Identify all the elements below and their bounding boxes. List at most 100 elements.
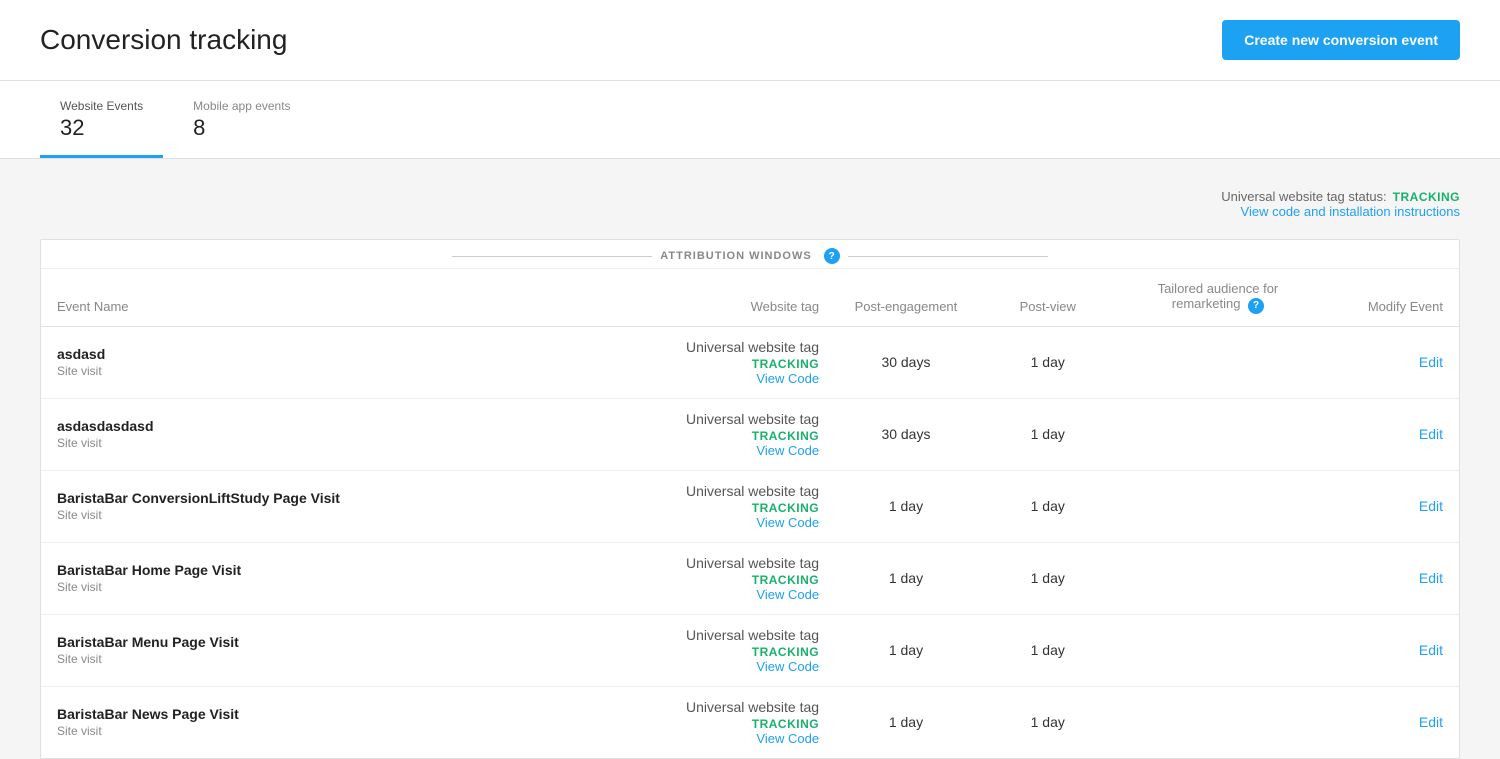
modify-event-cell: Edit (1317, 470, 1459, 542)
table-header-row: Event Name Website tag Post-engagement P… (41, 269, 1459, 326)
tracking-status: TRACKING (596, 717, 819, 731)
edit-link[interactable]: Edit (1333, 426, 1443, 442)
event-name-cell: BaristaBar News Page Visit Site visit (41, 686, 580, 758)
tab-website-count: 32 (60, 115, 143, 141)
events-table-wrapper: ATTRIBUTION WINDOWS ? Event Name Website… (40, 239, 1460, 759)
modify-event-cell: Edit (1317, 542, 1459, 614)
tailored-audience-cell (1119, 398, 1318, 470)
main-content: Universal website tag status: TRACKING V… (0, 159, 1500, 759)
view-code-cell-link[interactable]: View Code (596, 659, 819, 674)
col-header-tailored-audience: Tailored audience for remarketing ? (1119, 269, 1318, 326)
edit-link[interactable]: Edit (1333, 354, 1443, 370)
tailored-audience-cell (1119, 470, 1318, 542)
view-code-cell-link[interactable]: View Code (596, 443, 819, 458)
tailored-audience-cell (1119, 542, 1318, 614)
event-name-cell: asdasdasdasd Site visit (41, 398, 580, 470)
event-type: Site visit (57, 508, 564, 522)
view-code-link[interactable]: View code and installation instructions (1221, 204, 1460, 219)
tab-mobile-events[interactable]: Mobile app events 8 (173, 81, 310, 158)
tabs-bar: Website Events 32 Mobile app events 8 (0, 81, 1500, 159)
event-name-cell: BaristaBar Menu Page Visit Site visit (41, 614, 580, 686)
page-header: Conversion tracking Create new conversio… (0, 0, 1500, 81)
tag-status-label: Universal website tag status: (1221, 189, 1386, 204)
website-tag-cell: Universal website tag TRACKING View Code (580, 542, 835, 614)
edit-link[interactable]: Edit (1333, 642, 1443, 658)
modify-event-cell: Edit (1317, 614, 1459, 686)
create-conversion-button[interactable]: Create new conversion event (1222, 20, 1460, 60)
website-tag-cell: Universal website tag TRACKING View Code (580, 686, 835, 758)
view-code-cell-link[interactable]: View Code (596, 371, 819, 386)
website-tag-cell: Universal website tag TRACKING View Code (580, 614, 835, 686)
col-header-post-engagement: Post-engagement (835, 269, 977, 326)
tailored-help-icon[interactable]: ? (1248, 298, 1264, 314)
tag-name: Universal website tag (596, 699, 819, 715)
tracking-status: TRACKING (596, 645, 819, 659)
event-type: Site visit (57, 364, 564, 378)
col-header-post-view: Post-view (977, 269, 1119, 326)
events-table: Event Name Website tag Post-engagement P… (41, 269, 1459, 758)
page-title: Conversion tracking (40, 24, 287, 56)
tracking-status: TRACKING (596, 573, 819, 587)
post-engagement-cell: 1 day (835, 614, 977, 686)
tab-website-events[interactable]: Website Events 32 (40, 81, 163, 158)
edit-link[interactable]: Edit (1333, 498, 1443, 514)
attribution-label: ATTRIBUTION WINDOWS (660, 250, 811, 262)
tracking-status: TRACKING (596, 501, 819, 515)
tag-name: Universal website tag (596, 339, 819, 355)
tag-status-bar: Universal website tag status: TRACKING V… (40, 189, 1460, 219)
tag-name: Universal website tag (596, 483, 819, 499)
post-view-cell: 1 day (977, 326, 1119, 398)
modify-event-cell: Edit (1317, 326, 1459, 398)
event-type: Site visit (57, 652, 564, 666)
website-tag-cell: Universal website tag TRACKING View Code (580, 326, 835, 398)
event-name: asdasd (57, 346, 564, 362)
post-engagement-cell: 30 days (835, 326, 977, 398)
table-row: asdasdasdasd Site visit Universal websit… (41, 398, 1459, 470)
attribution-line-right (848, 256, 1048, 257)
view-code-cell-link[interactable]: View Code (596, 515, 819, 530)
event-name: BaristaBar Menu Page Visit (57, 634, 564, 650)
post-view-cell: 1 day (977, 686, 1119, 758)
event-name-cell: BaristaBar Home Page Visit Site visit (41, 542, 580, 614)
view-code-cell-link[interactable]: View Code (596, 587, 819, 602)
event-type: Site visit (57, 580, 564, 594)
tailored-audience-cell (1119, 686, 1318, 758)
event-type: Site visit (57, 724, 564, 738)
event-name: asdasdasdasd (57, 418, 564, 434)
tag-status-badge: TRACKING (1393, 190, 1460, 204)
table-row: asdasd Site visit Universal website tag … (41, 326, 1459, 398)
view-code-cell-link[interactable]: View Code (596, 731, 819, 746)
modify-event-cell: Edit (1317, 398, 1459, 470)
tab-mobile-count: 8 (193, 115, 290, 141)
modify-event-cell: Edit (1317, 686, 1459, 758)
attribution-windows-section: ATTRIBUTION WINDOWS ? (41, 240, 1459, 269)
col-header-modify-event: Modify Event (1317, 269, 1459, 326)
table-row: BaristaBar Menu Page Visit Site visit Un… (41, 614, 1459, 686)
attribution-line-left (452, 256, 652, 257)
col-header-website-tag: Website tag (580, 269, 835, 326)
website-tag-cell: Universal website tag TRACKING View Code (580, 398, 835, 470)
post-view-cell: 1 day (977, 614, 1119, 686)
event-name-cell: asdasd Site visit (41, 326, 580, 398)
event-name: BaristaBar News Page Visit (57, 706, 564, 722)
attribution-help-icon[interactable]: ? (824, 248, 840, 264)
col-header-event-name: Event Name (41, 269, 580, 326)
post-view-cell: 1 day (977, 542, 1119, 614)
tailored-audience-cell (1119, 614, 1318, 686)
post-engagement-cell: 1 day (835, 542, 977, 614)
event-name: BaristaBar ConversionLiftStudy Page Visi… (57, 490, 564, 506)
table-row: BaristaBar News Page Visit Site visit Un… (41, 686, 1459, 758)
website-tag-cell: Universal website tag TRACKING View Code (580, 470, 835, 542)
edit-link[interactable]: Edit (1333, 714, 1443, 730)
tracking-status: TRACKING (596, 429, 819, 443)
post-view-cell: 1 day (977, 398, 1119, 470)
tag-name: Universal website tag (596, 555, 819, 571)
tag-name: Universal website tag (596, 411, 819, 427)
event-name-cell: BaristaBar ConversionLiftStudy Page Visi… (41, 470, 580, 542)
table-row: BaristaBar ConversionLiftStudy Page Visi… (41, 470, 1459, 542)
tailored-audience-cell (1119, 326, 1318, 398)
edit-link[interactable]: Edit (1333, 570, 1443, 586)
post-engagement-cell: 1 day (835, 686, 977, 758)
tag-name: Universal website tag (596, 627, 819, 643)
events-table-body: asdasd Site visit Universal website tag … (41, 326, 1459, 758)
